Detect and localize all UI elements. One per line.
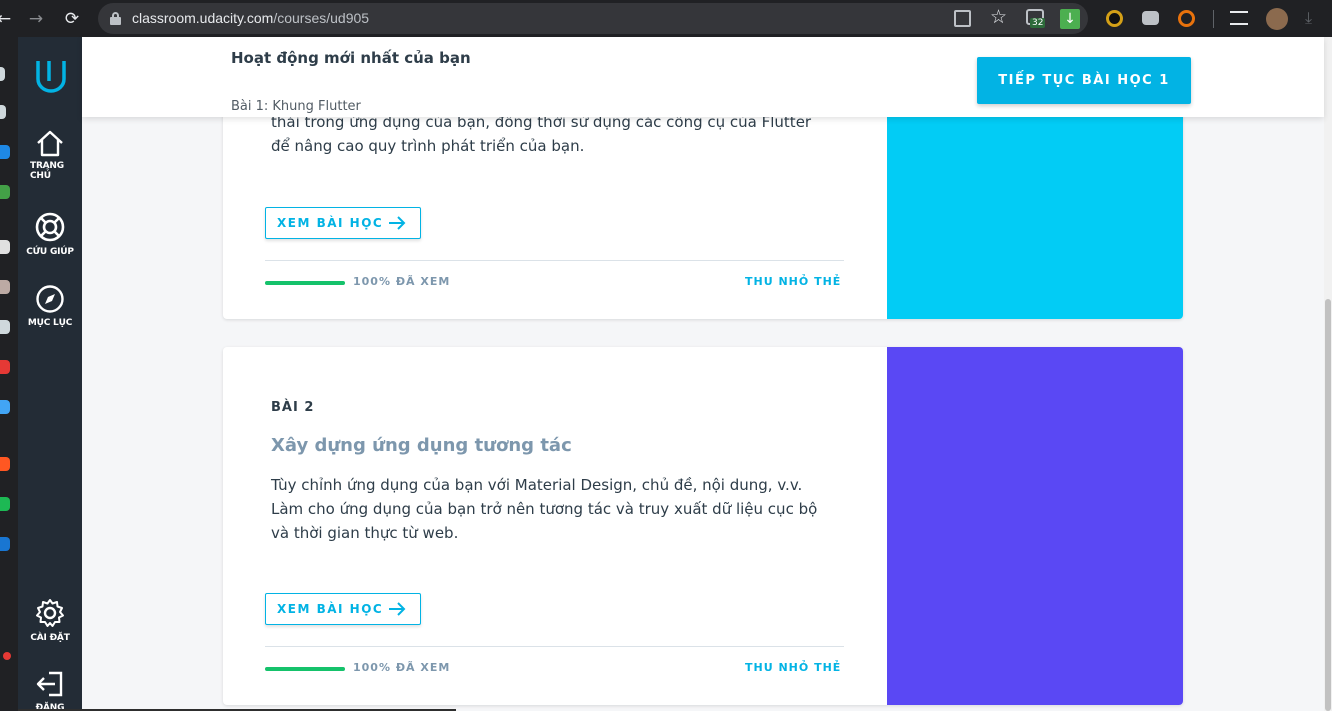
extension-icon[interactable] bbox=[1178, 10, 1195, 27]
sidebar-item-logout[interactable]: ĐĂNG bbox=[18, 669, 82, 711]
app-icon[interactable] bbox=[0, 105, 6, 119]
download-extension-icon[interactable]: ↓ bbox=[1060, 9, 1080, 29]
progress-label: 100% ĐÃ XEM bbox=[353, 661, 451, 674]
arrow-right-icon bbox=[389, 216, 406, 230]
translate-icon[interactable] bbox=[954, 10, 971, 27]
browser-toolbar: ← → ⟳ classroom.udacity.com/courses/ud90… bbox=[0, 0, 1332, 37]
playlist-icon[interactable] bbox=[1230, 11, 1248, 25]
app-icon[interactable] bbox=[0, 457, 10, 471]
sidebar-item-home[interactable]: TRANG CHỦ bbox=[18, 129, 82, 181]
sidebar-item-contents[interactable]: MỤC LỤC bbox=[18, 284, 82, 328]
forward-icon[interactable]: → bbox=[26, 9, 46, 29]
app-icon[interactable] bbox=[0, 537, 10, 551]
arrow-right-icon bbox=[389, 602, 406, 616]
sidebar-item-label: CỨU GIÚP bbox=[26, 247, 74, 257]
scrollbar-thumb[interactable] bbox=[1325, 299, 1331, 711]
compass-icon bbox=[36, 285, 64, 313]
progress-fill bbox=[265, 667, 345, 671]
progress-fill bbox=[265, 281, 345, 285]
avatar[interactable] bbox=[1266, 8, 1288, 30]
app-icon[interactable] bbox=[0, 400, 10, 414]
taskbar-strip bbox=[0, 37, 18, 711]
collapse-card-link[interactable]: THU NHỎ THẺ bbox=[745, 275, 841, 288]
app-icon[interactable] bbox=[0, 320, 10, 334]
card-divider bbox=[265, 646, 844, 647]
lesson-description: thái trong ứng dụng của bạn, đồng thời s… bbox=[271, 113, 812, 155]
gear-icon bbox=[36, 599, 64, 627]
toolbar-divider bbox=[1213, 10, 1214, 28]
back-icon[interactable]: ← bbox=[0, 9, 14, 29]
lesson-description: Tùy chỉnh ứng dụng của bạn với Material … bbox=[271, 476, 818, 542]
messenger-icon[interactable] bbox=[0, 145, 10, 159]
scrollbar[interactable] bbox=[1324, 37, 1332, 711]
lifebuoy-icon bbox=[35, 212, 65, 242]
app-icon[interactable] bbox=[0, 360, 10, 374]
view-lesson-label: XEM BÀI HỌC bbox=[277, 216, 384, 230]
card-divider bbox=[265, 260, 844, 261]
download-icon[interactable]: ⤓ bbox=[1305, 8, 1312, 28]
collapse-card-link[interactable]: THU NHỎ THẺ bbox=[745, 661, 841, 674]
view-lesson-label: XEM BÀI HỌC bbox=[277, 602, 384, 616]
url-text[interactable]: classroom.udacity.com/courses/ud905 bbox=[132, 10, 369, 26]
app-icon[interactable] bbox=[0, 280, 10, 294]
latest-activity-header: Hoạt động mới nhất của bạn Bài 1: Khung … bbox=[82, 37, 1324, 117]
sidebar: TRANG CHỦ CỨU GIÚP MỤC LỤC CÀI ĐẶT ĐĂNG bbox=[18, 37, 82, 711]
star-icon[interactable]: ☆ bbox=[990, 6, 1007, 28]
extension-icon[interactable] bbox=[1106, 10, 1123, 27]
sidebar-item-settings[interactable]: CÀI ĐẶT bbox=[18, 597, 82, 643]
progress-label: 100% ĐÃ XEM bbox=[353, 275, 451, 288]
current-lesson-subtitle: Bài 1: Khung Flutter bbox=[231, 99, 361, 114]
sidebar-item-help[interactable]: CỨU GIÚP bbox=[18, 211, 82, 257]
spotify-icon[interactable] bbox=[0, 497, 10, 511]
home-icon bbox=[37, 130, 63, 157]
udacity-logo[interactable] bbox=[36, 59, 66, 97]
camera-icon[interactable] bbox=[1142, 11, 1159, 25]
app-icon[interactable] bbox=[0, 240, 10, 254]
progress-bar bbox=[265, 281, 345, 285]
view-lesson-button[interactable]: XEM BÀI HỌC bbox=[265, 207, 421, 239]
lesson-number: BÀI 2 bbox=[271, 400, 315, 415]
lesson-color-panel bbox=[887, 347, 1183, 705]
reload-icon[interactable]: ⟳ bbox=[62, 9, 82, 29]
lesson-title: Xây dựng ứng dụng tương tác bbox=[271, 435, 572, 456]
extension-badge: 32 bbox=[1030, 18, 1046, 28]
sidebar-item-label: CÀI ĐẶT bbox=[30, 633, 70, 643]
lesson-card: BÀI 2 Xây dựng ứng dụng tương tác Tùy ch… bbox=[223, 347, 1183, 705]
progress-bar bbox=[265, 667, 345, 671]
sidebar-item-label: MỤC LỤC bbox=[27, 318, 73, 328]
view-lesson-button[interactable]: XEM BÀI HỌC bbox=[265, 593, 421, 625]
continue-lesson-button[interactable]: TIẾP TỤC BÀI HỌC 1 bbox=[977, 57, 1191, 104]
page-title: Hoạt động mới nhất của bạn bbox=[231, 49, 471, 67]
notification-dot bbox=[3, 652, 11, 660]
logout-icon bbox=[36, 671, 63, 697]
app-icon[interactable] bbox=[0, 67, 5, 81]
app-icon[interactable] bbox=[0, 185, 10, 199]
address-bar[interactable]: classroom.udacity.com/courses/ud905 ☆ 32… bbox=[98, 3, 1088, 34]
sidebar-item-label: TRANG CHỦ bbox=[30, 161, 64, 181]
lock-icon bbox=[110, 12, 121, 25]
